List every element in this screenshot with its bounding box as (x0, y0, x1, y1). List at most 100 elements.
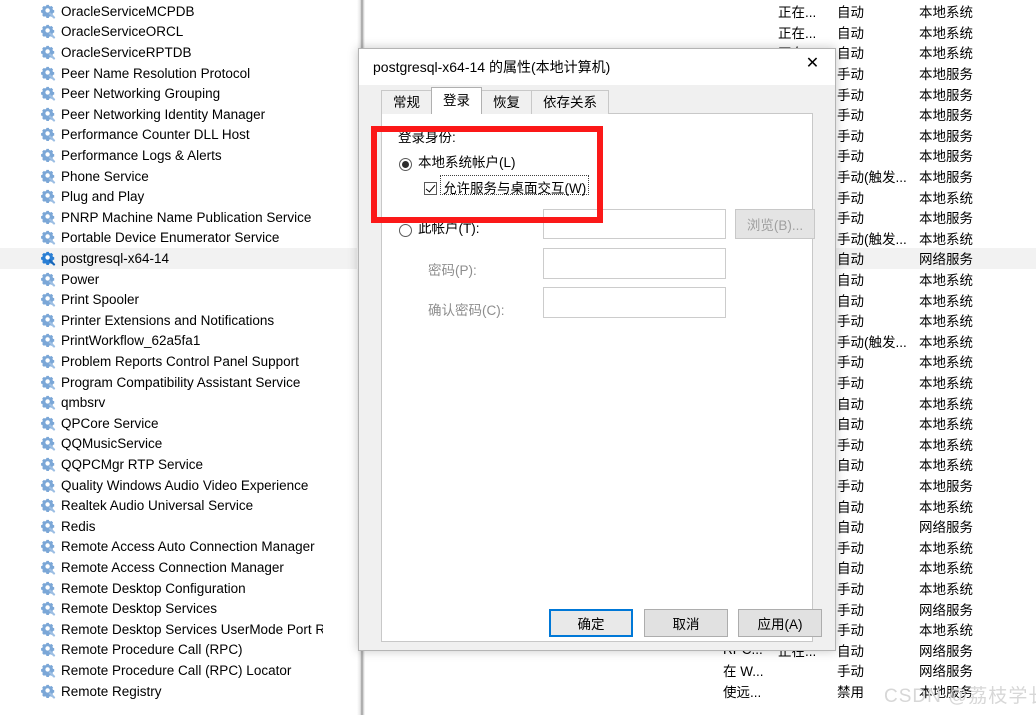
service-gear-icon (41, 642, 56, 657)
service-logon-as-cell: 本地服务 (919, 211, 973, 227)
service-gear-icon (41, 24, 56, 39)
service-startup-type-cell: 自动 (837, 46, 864, 62)
tab-2[interactable]: 登录 (431, 87, 482, 114)
service-logon-as-cell: 本地系统 (919, 582, 973, 598)
service-logon-as-cell: 本地系统 (919, 190, 973, 206)
radio-local-system-account[interactable] (399, 158, 412, 171)
service-name-cell: Remote Registry (61, 683, 162, 699)
service-logon-as-cell: 网络服务 (919, 252, 973, 268)
service-startup-type-cell: 手动 (837, 540, 864, 556)
service-startup-type-cell: 自动 (837, 561, 864, 577)
service-name-cell: Problem Reports Control Panel Support (61, 353, 299, 369)
service-startup-type-cell: 手动 (837, 602, 864, 618)
service-gear-icon (41, 395, 56, 410)
confirm-password-label: 确认密码(C): (428, 303, 505, 318)
service-startup-type-cell: 手动 (837, 623, 864, 639)
ok-button[interactable]: 确定 (549, 609, 633, 637)
service-description-cell: 使远... (723, 685, 762, 701)
service-startup-type-cell: 自动 (837, 25, 864, 41)
service-startup-type-cell: 自动 (837, 293, 864, 309)
table-row[interactable]: OracleServiceORCL 正在... 自动 本地系统 (0, 22, 1036, 43)
tab-1[interactable]: 常规 (381, 90, 432, 114)
service-logon-as-cell: 本地系统 (919, 499, 973, 515)
radio-local-system-account-label: 本地系统帐户(L) (418, 155, 516, 170)
service-name-cell: Remote Access Connection Manager (61, 559, 284, 575)
table-row[interactable]: Remote Procedure Call (RPC) Locator 在 W..… (0, 660, 1036, 681)
password-label: 密码(P): (428, 263, 477, 278)
service-gear-icon (41, 436, 56, 451)
service-gear-icon (41, 45, 56, 60)
service-logon-as-cell: 本地系统 (919, 273, 973, 289)
service-startup-type-cell: 自动 (837, 273, 864, 289)
service-name-cell: Plug and Play (61, 189, 145, 205)
service-startup-type-cell: 自动 (837, 396, 864, 412)
service-description-cell: 在 W... (723, 664, 764, 680)
service-name-cell: Peer Networking Identity Manager (61, 106, 266, 122)
service-startup-type-cell: 自动 (837, 499, 864, 515)
tab-4[interactable]: 依存关系 (531, 90, 609, 114)
service-gear-icon (41, 210, 56, 225)
logon-as-label: 登录身份: (398, 130, 456, 145)
apply-button[interactable]: 应用(A) (738, 609, 822, 637)
service-startup-type-cell: 手动 (837, 149, 864, 165)
service-logon-as-cell: 网络服务 (919, 520, 973, 536)
service-name-cell: Remote Desktop Configuration (61, 580, 246, 596)
service-name-cell: qmbsrv (61, 395, 106, 411)
service-gear-icon (41, 189, 56, 204)
service-name-cell: QQPCMgr RTP Service (61, 456, 204, 472)
service-gear-icon (41, 581, 56, 596)
service-logon-as-cell: 本地服务 (919, 479, 973, 495)
confirm-password-input[interactable] (543, 287, 726, 318)
service-logon-as-cell: 本地系统 (919, 417, 973, 433)
service-startup-type-cell: 手动 (837, 582, 864, 598)
service-logon-as-cell: 本地服务 (919, 67, 973, 83)
service-gear-icon (41, 539, 56, 554)
service-startup-type-cell: 手动(触发... (837, 334, 907, 350)
service-gear-icon (41, 478, 56, 493)
dialog-tabs[interactable]: 常规 登录 恢复 依存关系 (381, 87, 813, 114)
service-name-cell: Power (61, 271, 100, 287)
table-row[interactable]: Remote Registry 使远... 禁用 本地服务 (0, 681, 1036, 702)
service-gear-icon (41, 457, 56, 472)
service-startup-type-cell: 自动 (837, 5, 864, 21)
dialog-titlebar[interactable]: postgresql-x64-14 的属性(本地计算机) ✕ (359, 49, 835, 85)
browse-button[interactable]: 浏览(B)... (735, 209, 815, 239)
service-startup-type-cell: 自动 (837, 520, 864, 536)
service-gear-icon (41, 272, 56, 287)
service-properties-dialog: postgresql-x64-14 的属性(本地计算机) ✕ 常规 登录 恢复 依存关… (358, 48, 836, 651)
cancel-button[interactable]: 取消 (644, 609, 728, 637)
service-name-cell: Remote Procedure Call (RPC) (61, 642, 243, 658)
service-startup-type-cell: 自动 (837, 252, 864, 268)
service-name-cell: Printer Extensions and Notifications (61, 312, 275, 328)
service-logon-as-cell: 本地服务 (919, 128, 973, 144)
service-startup-type-cell: 手动 (837, 437, 864, 453)
service-logon-as-cell: 本地服务 (919, 149, 973, 165)
close-icon[interactable]: ✕ (790, 49, 835, 79)
service-gear-icon (41, 519, 56, 534)
service-logon-as-cell: 本地系统 (919, 458, 973, 474)
service-name-cell: Performance Counter DLL Host (61, 127, 250, 143)
service-logon-as-cell: 本地系统 (919, 5, 973, 21)
service-name-cell: OracleServiceMCPDB (61, 3, 195, 19)
service-name-cell: Redis (61, 518, 96, 534)
service-startup-type-cell: 手动 (837, 108, 864, 124)
this-account-input[interactable] (543, 209, 726, 239)
service-startup-type-cell: 手动 (837, 314, 864, 330)
service-gear-icon (41, 622, 56, 637)
service-name-cell: QPCore Service (61, 415, 159, 431)
service-startup-type-cell: 手动(触发... (837, 231, 907, 247)
table-row[interactable]: OracleServiceMCPDB 正在... 自动 本地系统 (0, 1, 1036, 22)
service-logon-as-cell: 本地系统 (919, 25, 973, 41)
service-gear-icon (41, 107, 56, 122)
service-name-cell: Portable Device Enumerator Service (61, 230, 280, 246)
service-logon-as-cell: 网络服务 (919, 602, 973, 618)
checkbox-allow-desktop-interaction[interactable] (424, 182, 437, 195)
tab-3[interactable]: 恢复 (481, 90, 532, 114)
service-logon-as-cell: 网络服务 (919, 664, 973, 680)
service-startup-type-cell: 手动 (837, 211, 864, 227)
service-logon-as-cell: 本地服务 (919, 108, 973, 124)
radio-this-account[interactable] (399, 224, 412, 237)
service-name-cell: OracleServiceRPTDB (61, 44, 192, 60)
service-gear-icon (41, 148, 56, 163)
password-input[interactable] (543, 248, 726, 279)
